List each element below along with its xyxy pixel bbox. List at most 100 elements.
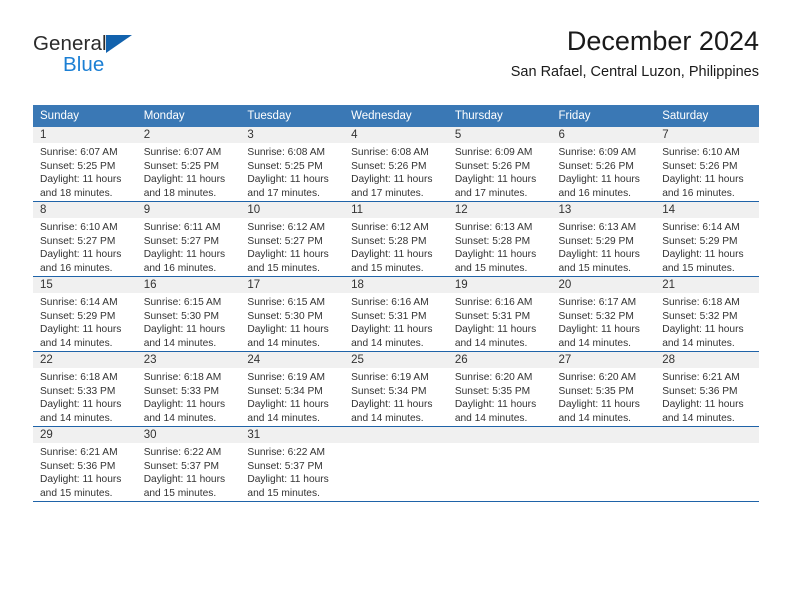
- calendar-day-cell[interactable]: 17 Sunrise: 6:15 AM Sunset: 5:30 PM Dayligh…: [240, 276, 345, 352]
- daylight-text: Daylight: 11 hours and 18 minutes.: [40, 174, 122, 199]
- sunrise-text: Sunrise: 6:22 AM: [247, 447, 325, 458]
- sunset-text: Sunset: 5:26 PM: [351, 160, 427, 172]
- sunset-text: Sunset: 5:30 PM: [247, 310, 323, 322]
- calendar-day-cell[interactable]: 31 Sunrise: 6:22 AM Sunset: 5:37 PM Dayligh…: [240, 426, 345, 501]
- calendar-day-cell[interactable]: 28 Sunrise: 6:21 AM Sunset: 5:36 PM Dayligh…: [655, 351, 759, 427]
- calendar-day-cell[interactable]: 10 Sunrise: 6:12 AM Sunset: 5:27 PM Dayligh…: [240, 201, 345, 277]
- daylight-text: Daylight: 11 hours and 15 minutes.: [351, 249, 433, 274]
- calendar-day-cell[interactable]: 2 Sunrise: 6:07 AM Sunset: 5:25 PM Daylight…: [136, 127, 241, 202]
- calendar-day-cell[interactable]: 6 Sunrise: 6:09 AM Sunset: 5:26 PM Daylight…: [551, 127, 656, 202]
- sunset-text: Sunset: 5:33 PM: [40, 385, 116, 397]
- day-number: 30: [136, 427, 241, 443]
- calendar-day-cell[interactable]: 12 Sunrise: 6:13 AM Sunset: 5:28 PM Dayligh…: [447, 201, 552, 277]
- calendar-day-cell[interactable]: 19 Sunrise: 6:16 AM Sunset: 5:31 PM Dayligh…: [447, 276, 552, 352]
- sunset-text: Sunset: 5:36 PM: [662, 385, 738, 397]
- calendar-day-cell[interactable]: 1 Sunrise: 6:07 AM Sunset: 5:25 PM Daylight…: [33, 127, 137, 202]
- calendar-day-cell[interactable]: 18 Sunrise: 6:16 AM Sunset: 5:31 PM Dayligh…: [344, 276, 448, 352]
- weekday-header-friday: Friday: [551, 105, 656, 127]
- day-number: 14: [655, 202, 759, 218]
- sunset-text: Sunset: 5:33 PM: [143, 385, 220, 397]
- calendar-day-cell[interactable]: 20 Sunrise: 6:17 AM Sunset: 5:32 PM Dayligh…: [551, 276, 656, 352]
- day-number: 29: [33, 427, 137, 443]
- sunrise-sunset-calendar: Sunday Monday Tuesday Wednesday Thursday…: [33, 105, 759, 501]
- sunrise-text: Sunrise: 6:20 AM: [558, 372, 637, 383]
- day-number: [447, 427, 552, 443]
- sunrise-text: Sunrise: 6:21 AM: [662, 372, 740, 383]
- daylight-text: Daylight: 11 hours and 16 minutes.: [558, 174, 640, 199]
- calendar-day-cell[interactable]: 30 Sunrise: 6:22 AM Sunset: 5:37 PM Dayligh…: [136, 426, 241, 501]
- daylight-text: Daylight: 11 hours and 16 minutes.: [662, 174, 744, 199]
- day-number: 22: [33, 352, 137, 368]
- calendar-day-cell[interactable]: 16 Sunrise: 6:15 AM Sunset: 5:30 PM Dayligh…: [136, 276, 241, 352]
- day-details: Sunrise: 6:19 AM Sunset: 5:34 PM Daylight:…: [344, 368, 448, 425]
- day-details: Sunrise: 6:07 AM Sunset: 5:25 PM Daylight:…: [137, 143, 241, 200]
- day-details: Sunrise: 6:11 AM Sunset: 5:27 PM Daylight:…: [137, 218, 241, 275]
- calendar-day-cell[interactable]: 25 Sunrise: 6:19 AM Sunset: 5:34 PM Dayligh…: [344, 351, 448, 427]
- day-details: [655, 443, 759, 446]
- calendar-day-cell[interactable]: 9 Sunrise: 6:11 AM Sunset: 5:27 PM Daylight…: [136, 201, 241, 277]
- day-details: Sunrise: 6:09 AM Sunset: 5:26 PM Daylight:…: [448, 143, 552, 200]
- calendar-day-cell[interactable]: 23 Sunrise: 6:18 AM Sunset: 5:33 PM Dayligh…: [136, 351, 241, 427]
- daylight-text: Daylight: 11 hours and 15 minutes.: [247, 249, 329, 274]
- calendar-day-cell[interactable]: 15 Sunrise: 6:14 AM Sunset: 5:29 PM Dayligh…: [33, 276, 137, 352]
- calendar-day-cell[interactable]: 14 Sunrise: 6:14 AM Sunset: 5:29 PM Dayligh…: [655, 201, 759, 277]
- sunrise-text: Sunrise: 6:20 AM: [454, 372, 533, 383]
- calendar-day-cell[interactable]: 27 Sunrise: 6:20 AM Sunset: 5:35 PM Dayligh…: [551, 351, 656, 427]
- calendar-day-cell[interactable]: 3 Sunrise: 6:08 AM Sunset: 5:25 PM Daylight…: [240, 127, 345, 202]
- triangle-icon: [106, 35, 132, 53]
- daylight-text: Daylight: 11 hours and 14 minutes.: [662, 399, 744, 424]
- calendar-week-row: 15 Sunrise: 6:14 AM Sunset: 5:29 PM Dayligh…: [33, 276, 759, 352]
- daylight-text: Daylight: 11 hours and 15 minutes.: [558, 249, 640, 274]
- calendar-day-cell[interactable]: 22 Sunrise: 6:18 AM Sunset: 5:33 PM Dayligh…: [33, 351, 137, 427]
- calendar-day-cell[interactable]: 11 Sunrise: 6:12 AM Sunset: 5:28 PM Dayligh…: [344, 201, 448, 277]
- sunrise-text: Sunrise: 6:19 AM: [351, 372, 429, 383]
- day-details: [344, 443, 448, 446]
- sunset-text: Sunset: 5:36 PM: [40, 460, 116, 472]
- day-details: Sunrise: 6:22 AM Sunset: 5:37 PM Daylight:…: [137, 443, 241, 500]
- page-subtitle: San Rafael, Central Luzon, Philippines: [510, 64, 759, 80]
- day-details: Sunrise: 6:20 AM Sunset: 5:35 PM Daylight:…: [448, 368, 552, 425]
- calendar-day-cell[interactable]: 7 Sunrise: 6:10 AM Sunset: 5:26 PM Daylight…: [655, 127, 759, 202]
- day-details: Sunrise: 6:14 AM Sunset: 5:29 PM Daylight:…: [33, 293, 137, 350]
- weekday-header-saturday: Saturday: [655, 105, 759, 127]
- calendar-day-cell[interactable]: 13 Sunrise: 6:13 AM Sunset: 5:29 PM Dayligh…: [551, 201, 656, 277]
- day-details: Sunrise: 6:16 AM Sunset: 5:31 PM Daylight:…: [448, 293, 552, 350]
- sunrise-text: Sunrise: 6:08 AM: [247, 147, 325, 158]
- daylight-text: Daylight: 11 hours and 14 minutes.: [351, 399, 433, 424]
- day-number: 1: [33, 127, 137, 143]
- calendar-week-row: 22 Sunrise: 6:18 AM Sunset: 5:33 PM Dayligh…: [33, 351, 759, 427]
- sunset-text: Sunset: 5:32 PM: [558, 310, 634, 322]
- sunset-text: Sunset: 5:26 PM: [558, 160, 634, 172]
- general-blue-logo[interactable]: General Blue: [33, 32, 213, 84]
- calendar-day-cell[interactable]: 21 Sunrise: 6:18 AM Sunset: 5:32 PM Dayligh…: [655, 276, 759, 352]
- daylight-text: Daylight: 11 hours and 14 minutes.: [40, 399, 122, 424]
- daylight-text: Daylight: 11 hours and 15 minutes.: [662, 249, 744, 274]
- day-number: 17: [240, 277, 345, 293]
- day-number: 9: [136, 202, 241, 218]
- day-details: Sunrise: 6:19 AM Sunset: 5:34 PM Daylight:…: [240, 368, 344, 425]
- calendar-day-cell[interactable]: 26 Sunrise: 6:20 AM Sunset: 5:35 PM Dayligh…: [447, 351, 552, 427]
- day-number: 23: [136, 352, 241, 368]
- sunrise-text: Sunrise: 6:12 AM: [351, 222, 429, 233]
- calendar-day-cell[interactable]: 4 Sunrise: 6:08 AM Sunset: 5:26 PM Daylight…: [344, 127, 448, 202]
- calendar-day-cell[interactable]: 24 Sunrise: 6:19 AM Sunset: 5:34 PM Dayligh…: [240, 351, 345, 427]
- calendar-day-cell[interactable]: 5 Sunrise: 6:09 AM Sunset: 5:26 PM Daylight…: [447, 127, 552, 202]
- calendar-day-cell[interactable]: 29 Sunrise: 6:21 AM Sunset: 5:36 PM Dayligh…: [33, 426, 137, 501]
- sunset-text: Sunset: 5:35 PM: [558, 385, 634, 397]
- day-details: Sunrise: 6:18 AM Sunset: 5:33 PM Daylight:…: [33, 368, 137, 425]
- day-details: Sunrise: 6:15 AM Sunset: 5:30 PM Daylight:…: [137, 293, 241, 350]
- daylight-text: Daylight: 11 hours and 16 minutes.: [40, 249, 122, 274]
- weekday-header-tuesday: Tuesday: [240, 105, 345, 127]
- calendar-day-cell[interactable]: 8 Sunrise: 6:10 AM Sunset: 5:27 PM Daylight…: [33, 201, 137, 277]
- day-details: [448, 443, 552, 446]
- sunrise-text: Sunrise: 6:18 AM: [40, 372, 118, 383]
- calendar-day-cell-empty: [655, 426, 759, 501]
- day-number: 26: [447, 352, 552, 368]
- daylight-text: Daylight: 11 hours and 17 minutes.: [454, 174, 537, 199]
- sunrise-text: Sunrise: 6:16 AM: [454, 297, 533, 308]
- daylight-text: Daylight: 11 hours and 14 minutes.: [143, 399, 226, 424]
- day-details: Sunrise: 6:12 AM Sunset: 5:27 PM Daylight:…: [240, 218, 344, 275]
- sunset-text: Sunset: 5:29 PM: [558, 235, 634, 247]
- day-details: Sunrise: 6:14 AM Sunset: 5:29 PM Daylight:…: [655, 218, 759, 275]
- daylight-text: Daylight: 11 hours and 14 minutes.: [454, 399, 537, 424]
